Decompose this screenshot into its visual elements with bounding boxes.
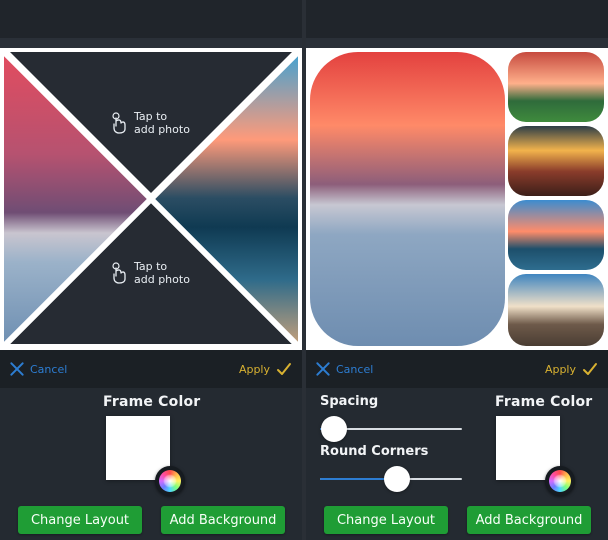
checkmark-icon — [277, 363, 291, 375]
round-corners-label: Round Corners — [320, 444, 429, 459]
photo-main[interactable] — [310, 52, 505, 346]
apply-label: Apply — [238, 362, 270, 376]
slider-thumb[interactable] — [321, 416, 348, 442]
photo-thumb-4[interactable] — [508, 274, 604, 346]
add-background-button[interactable]: Add Background — [161, 506, 285, 534]
collage-layout-rounded — [306, 48, 608, 350]
apply-button[interactable]: Apply — [239, 361, 292, 377]
collage-canvas: Tap to add photo Tap to add photo — [0, 48, 302, 350]
change-layout-button[interactable]: Change Layout — [18, 506, 142, 534]
cancel-label: Cancel — [336, 362, 374, 376]
spacing-label: Spacing — [320, 394, 379, 409]
apply-label: Apply — [544, 362, 576, 376]
hand-tap-icon — [112, 262, 126, 284]
x-icon — [316, 362, 330, 376]
collage-layout-x — [0, 48, 302, 350]
collage-canvas — [306, 48, 608, 350]
round-corners-slider[interactable] — [320, 464, 462, 494]
tap-to-add-photo-top[interactable]: Tap to add photo — [110, 110, 190, 136]
top-bar — [306, 0, 608, 38]
spacing-slider[interactable] — [320, 414, 462, 444]
left-editor-panel: Tap to add photo Tap to add photo Cancel… — [0, 0, 302, 540]
frame-color-title: Frame Color — [103, 394, 201, 410]
photo-thumb-1[interactable] — [508, 52, 604, 122]
cancel-button[interactable]: Cancel — [10, 362, 67, 376]
top-separator — [0, 38, 302, 48]
color-picker-button[interactable] — [155, 466, 185, 496]
tap-to-add-photo-bottom[interactable]: Tap to add photo — [110, 260, 190, 286]
action-bar: Cancel Apply — [306, 350, 608, 388]
color-picker-button[interactable] — [545, 466, 575, 496]
apply-button[interactable]: Apply — [545, 361, 598, 377]
tap-line-2: add photo — [134, 273, 190, 286]
frame-color-title: Frame Color — [495, 394, 593, 410]
color-wheel-icon — [549, 470, 571, 492]
hand-tap-icon — [112, 112, 126, 134]
add-background-button[interactable]: Add Background — [467, 506, 591, 534]
tap-line-2: add photo — [134, 123, 190, 136]
checkmark-icon — [583, 363, 597, 375]
tap-line-1: Tap to — [134, 110, 168, 123]
top-bar — [0, 0, 302, 38]
right-editor-panel: Cancel Apply Spacing Round Corners Frame… — [306, 0, 608, 540]
action-bar: Cancel Apply — [0, 350, 302, 388]
photo-thumb-2[interactable] — [508, 126, 604, 196]
cancel-button[interactable]: Cancel — [316, 362, 373, 376]
photo-thumb-3[interactable] — [508, 200, 604, 270]
cancel-label: Cancel — [30, 362, 68, 376]
controls-area: Frame Color Change Layout Add Background — [0, 388, 302, 540]
top-separator — [306, 38, 608, 48]
slider-thumb[interactable] — [383, 466, 410, 492]
color-wheel-icon — [159, 470, 181, 492]
tap-line-1: Tap to — [134, 260, 168, 273]
controls-area: Spacing Round Corners Frame Color Change… — [306, 388, 608, 540]
change-layout-button[interactable]: Change Layout — [324, 506, 448, 534]
x-icon — [10, 362, 24, 376]
